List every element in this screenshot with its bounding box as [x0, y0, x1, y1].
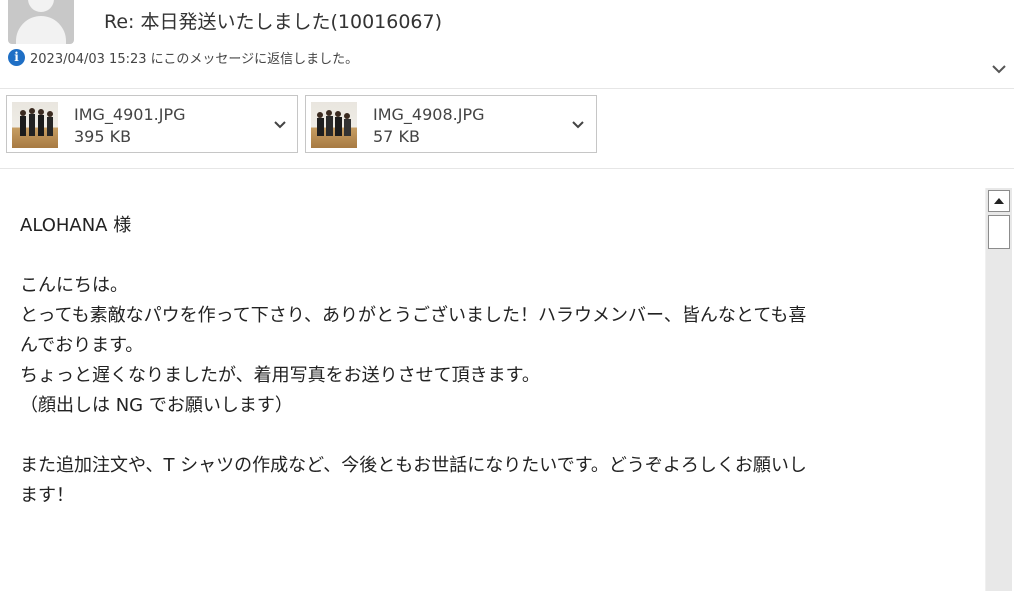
body-line: んでおります。	[20, 335, 144, 356]
expand-header-button[interactable]	[989, 59, 1009, 79]
attachment-filename: IMG_4901.JPG	[74, 105, 186, 124]
sender-avatar	[8, 0, 74, 44]
header-divider	[0, 88, 1014, 89]
attachment-filesize: 395 KB	[74, 127, 132, 146]
body-line: こんにちは。	[20, 275, 128, 296]
body-line: また追加注文や、T シャツの作成など、今後ともお世話になりたいです。どうぞよろし…	[20, 455, 807, 476]
arrow-up-icon	[994, 198, 1004, 204]
chevron-down-icon	[992, 65, 1006, 74]
body-line: とっても素敵なパウを作って下さり、ありがとうございました！ハラウメンバー、皆んな…	[20, 305, 807, 326]
avatar-body	[16, 16, 66, 44]
attachment-thumbnail	[12, 102, 58, 148]
email-subject: Re: 本日発送いたしました(10016067)	[104, 11, 443, 33]
attachment-thumbnail	[311, 102, 357, 148]
attachment-card-2[interactable]: IMG_4908.JPG 57 KB	[305, 95, 597, 153]
body-line: ます！	[20, 485, 74, 506]
reply-info-text: 2023/04/03 15:23 にこのメッセージに返信しました。	[30, 51, 359, 67]
attachment-card-1[interactable]: IMG_4901.JPG 395 KB	[6, 95, 298, 153]
message-scrollbar[interactable]	[985, 188, 1012, 591]
message-body: ALOHANA 様 こんにちは。 とっても素敵なパウを作って下さり、ありがとうご…	[20, 211, 980, 511]
attachment-filesize: 57 KB	[373, 127, 420, 146]
scroll-up-button[interactable]	[988, 190, 1010, 212]
attachment-menu-button[interactable]	[271, 116, 289, 134]
avatar-head	[28, 0, 54, 12]
body-line: （顔出しは NG でお願いします）	[20, 395, 293, 416]
scroll-thumb[interactable]	[988, 215, 1010, 249]
attachments-divider	[0, 168, 1014, 169]
info-icon: i	[8, 48, 25, 66]
chevron-down-icon	[572, 121, 584, 129]
body-line: ちょっと遅くなりましたが、着用写真をお送りさせて頂きます。	[20, 365, 540, 386]
attachment-filename: IMG_4908.JPG	[373, 105, 485, 124]
chevron-down-icon	[274, 121, 286, 129]
attachment-menu-button[interactable]	[569, 116, 587, 134]
body-blank-line	[20, 241, 980, 271]
reply-info-bar: i 2023/04/03 15:23 にこのメッセージに返信しました。	[8, 47, 358, 67]
body-blank-line	[20, 421, 980, 451]
body-line: ALOHANA 様	[20, 215, 132, 236]
